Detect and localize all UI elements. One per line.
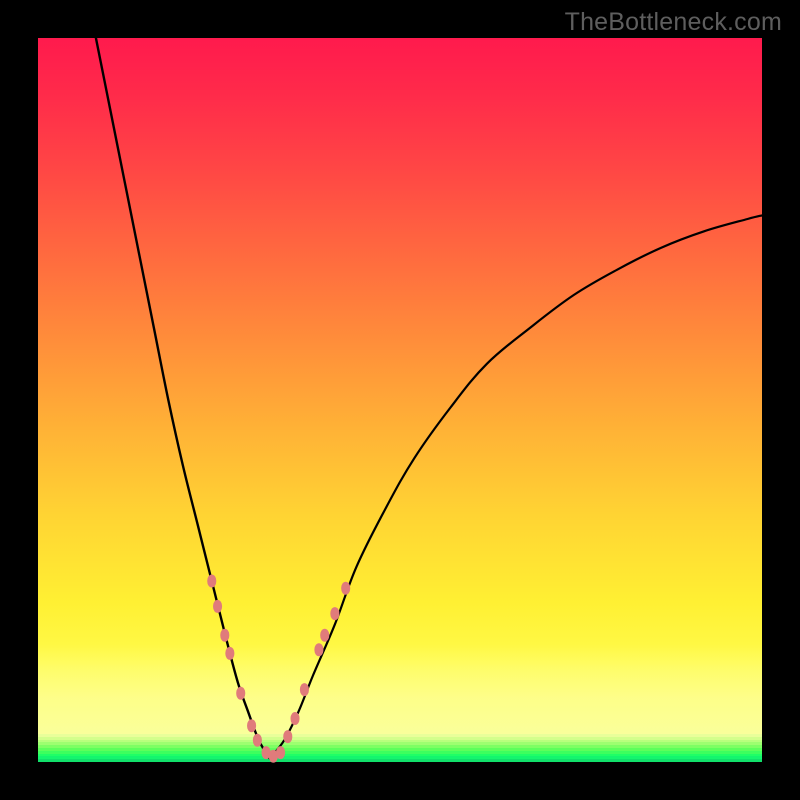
data-marker [225, 647, 234, 660]
plot-area [38, 38, 762, 762]
data-marker [300, 683, 309, 696]
data-marker [341, 582, 350, 595]
data-marker [207, 575, 216, 588]
data-marker [283, 730, 292, 743]
data-marker [314, 643, 323, 656]
data-marker [320, 629, 329, 642]
chart-frame: TheBottleneck.com [0, 0, 800, 800]
data-marker [330, 607, 339, 620]
marker-layer [207, 575, 350, 763]
curve-layer [38, 38, 762, 762]
curve-right-branch [270, 215, 762, 758]
data-marker [236, 687, 245, 700]
data-marker [253, 734, 262, 747]
data-marker [247, 719, 256, 732]
data-marker [220, 629, 229, 642]
data-marker [276, 746, 285, 759]
curve-left-branch [96, 38, 270, 758]
data-marker [291, 712, 300, 725]
watermark-text: TheBottleneck.com [565, 8, 782, 37]
data-marker [213, 600, 222, 613]
